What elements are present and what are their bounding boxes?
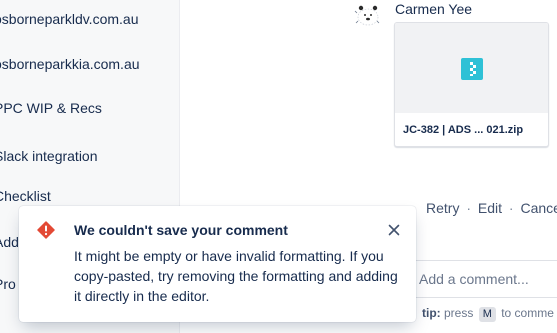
separator: ·: [466, 200, 472, 216]
comment-author[interactable]: Carmen Yee: [395, 1, 472, 17]
close-icon[interactable]: [385, 221, 403, 239]
error-icon: [37, 221, 55, 239]
attachment-filename: JC-382 | ADS ... 021.zip: [403, 124, 524, 136]
comment-actions: Retry · Edit · Cance: [426, 200, 557, 216]
retry-button[interactable]: Retry: [426, 200, 459, 216]
avatar[interactable]: [352, 2, 382, 30]
sidebar-item-checklist[interactable]: Checklist: [0, 188, 51, 204]
sidebar-item-slack-integration[interactable]: Slack integration: [0, 148, 98, 164]
comment-placeholder[interactable]: Add a comment...: [419, 271, 529, 287]
tip-text-after: to comme: [501, 306, 554, 320]
attachment-preview: [395, 23, 548, 113]
tip-label: tip:: [422, 306, 441, 320]
shortcut-key: M: [478, 307, 496, 322]
zip-file-icon: [461, 58, 483, 80]
tip-text-before: press: [444, 306, 474, 320]
separator: ·: [508, 200, 514, 216]
shortcut-tip: tip: press M to comme: [422, 306, 554, 322]
avatar-icon: [354, 5, 380, 26]
sidebar-item-ppc-wip-recs[interactable]: PPC WIP & Recs: [0, 100, 102, 116]
error-title: We couldn't save your comment: [74, 222, 288, 238]
sidebar-item-pro[interactable]: Pro: [0, 276, 16, 292]
attachment-card[interactable]: JC-382 | ADS ... 021.zip: [394, 22, 549, 147]
error-flag: We couldn't save your comment It might b…: [19, 206, 416, 322]
sidebar-item-add[interactable]: Add: [0, 234, 19, 250]
error-message: It might be empty or have invalid format…: [74, 248, 398, 304]
edit-button[interactable]: Edit: [478, 200, 502, 216]
sidebar-item-osborneparkldv[interactable]: osborneparkldv.com.au: [0, 11, 138, 27]
cancel-button[interactable]: Cance: [520, 200, 557, 216]
sidebar-item-osborneparkkia[interactable]: osborneparkkia.com.au: [0, 56, 140, 72]
